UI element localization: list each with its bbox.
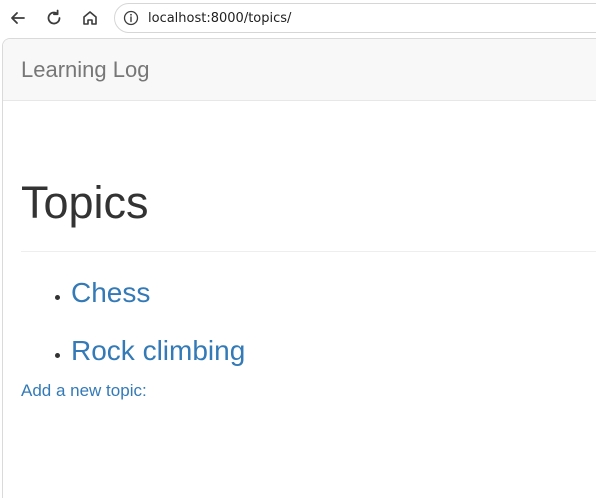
page-viewport: Learning Log Topics Chess Rock climbing … [2,38,596,498]
bullet-icon [55,295,60,300]
reload-icon [47,9,61,25]
list-item: Chess [21,273,245,331]
brand-link[interactable]: Learning Log [21,57,149,83]
bullet-icon [55,353,60,358]
page-header: Topics [21,175,596,252]
address-bar[interactable]: localhost:8000/topics/ [114,3,596,33]
topic-link-rock-climbing[interactable]: Rock climbing [71,335,245,366]
site-navbar: Learning Log [3,39,596,101]
reload-button[interactable] [42,6,66,30]
home-button[interactable] [78,6,102,30]
back-button[interactable] [6,6,30,30]
browser-toolbar: localhost:8000/topics/ [0,0,596,36]
arrow-left-icon [11,12,25,24]
add-topic-link[interactable]: Add a new topic: [21,381,147,401]
url-text[interactable]: localhost:8000/topics/ [148,11,291,26]
info-icon[interactable] [123,10,139,26]
topic-link-chess[interactable]: Chess [71,277,150,308]
topics-list: Chess Rock climbing [21,273,245,389]
home-icon [83,11,97,25]
page-title: Topics [21,177,149,228]
